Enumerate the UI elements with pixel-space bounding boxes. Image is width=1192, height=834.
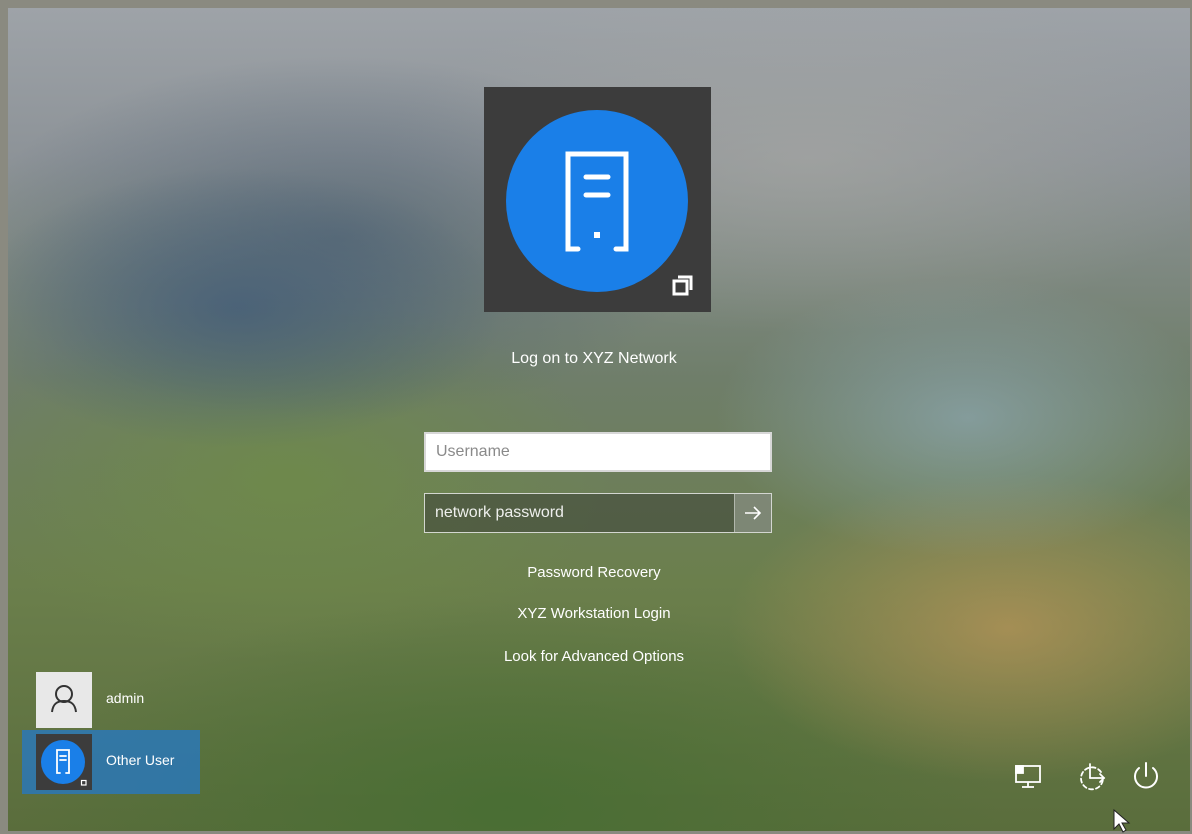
person-icon [51,685,77,713]
server-icon [41,740,87,786]
password-recovery-link[interactable]: Password Recovery [384,564,804,581]
user-item-other-user[interactable]: Other User [22,730,200,794]
avatar [36,734,92,790]
avatar [36,672,92,728]
password-input[interactable] [425,494,735,532]
user-name: Other User [106,752,175,768]
workstation-login-link[interactable]: XYZ Workstation Login [384,605,804,622]
network-icon[interactable] [1012,758,1048,794]
arrow-right-icon [745,506,762,520]
user-name: admin [106,690,145,706]
user-avatar-circle [506,110,688,292]
selected-user-tile [484,87,711,312]
accessibility-icon[interactable] [1074,758,1110,794]
password-field [424,493,772,533]
username-input[interactable] [424,432,772,472]
power-icon[interactable] [1128,758,1164,794]
login-title: Log on to XYZ Network [511,350,677,367]
network-badge-icon [671,273,695,297]
user-item-admin[interactable]: admin [22,668,200,732]
submit-button[interactable] [734,494,771,532]
mouse-cursor-icon [1113,808,1131,833]
advanced-options-link[interactable]: Look for Advanced Options [384,648,804,665]
server-icon [565,151,629,252]
